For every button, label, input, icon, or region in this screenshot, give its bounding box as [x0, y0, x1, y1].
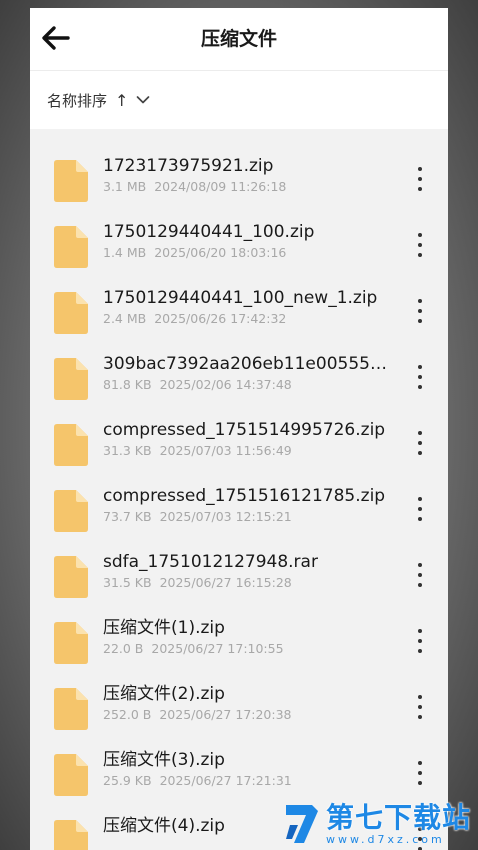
- file-meta: 1750129440441_100.zip 1.4 MB 2025/06/20 18…: [103, 221, 393, 261]
- file-icon: [54, 358, 88, 400]
- file-details: 3.1 MB 2024/08/09 11:26:18: [103, 179, 393, 195]
- list-item[interactable]: compressed_1751514995726.zip 31.3 KB 2025/…: [30, 409, 448, 475]
- file-meta: sdfa_1751012127948.rar 31.5 KB 2025/06/27 …: [103, 551, 393, 591]
- file-name: 压缩文件(3).zip: [103, 750, 225, 770]
- list-item[interactable]: 压缩文件(3).zip 25.9 KB 2025/06/27 17:21:31: [30, 739, 448, 805]
- more-vertical-icon[interactable]: [412, 167, 428, 191]
- sort-direction-icon[interactable]: ↑: [115, 91, 128, 110]
- file-name: 1750129440441_100.zip: [103, 222, 315, 242]
- more-vertical-icon[interactable]: [412, 497, 428, 521]
- file-date: 2025/07/03 11:56:49: [159, 443, 292, 458]
- list-item[interactable]: 1750129440441_100.zip 1.4 MB 2025/06/20 18…: [30, 211, 448, 277]
- more-vertical-icon[interactable]: [412, 629, 428, 653]
- more-vertical-icon[interactable]: [412, 695, 428, 719]
- file-name: 压缩文件(1).zip: [103, 618, 225, 638]
- file-name: 压缩文件(2).zip: [103, 684, 225, 704]
- file-date: 2024/08/09 11:26:18: [154, 179, 287, 194]
- more-vertical-icon[interactable]: [412, 563, 428, 587]
- file-details: 31.5 KB 2025/06/27 16:15:28: [103, 575, 393, 591]
- more-vertical-icon[interactable]: [412, 431, 428, 455]
- file-meta: 1750129440441_100_new_1.zip 2.4 MB 2025/06…: [103, 287, 393, 327]
- file-date: 2025/06/26 17:42:32: [154, 311, 287, 326]
- file-date: 2025/06/20 18:03:16: [154, 245, 287, 260]
- file-details: 81.8 KB 2025/02/06 14:37:48: [103, 377, 393, 393]
- file-list: 1723173975921.zip 3.1 MB 2024/08/09 11:26:…: [30, 145, 448, 850]
- file-date: 2025/06/27 17:20:38: [159, 707, 292, 722]
- site-logo-icon: [286, 804, 318, 843]
- file-icon: [54, 160, 88, 202]
- file-details: 2.4 MB 2025/06/26 17:42:32: [103, 311, 393, 327]
- file-icon: [54, 820, 88, 850]
- file-name: compressed_1751516121785.zip: [103, 486, 386, 506]
- watermark-main: 第七下载站: [326, 800, 472, 834]
- file-details: 1.4 MB 2025/06/20 18:03:16: [103, 245, 393, 261]
- more-vertical-icon[interactable]: [412, 299, 428, 323]
- file-date: 2025/06/27 16:15:28: [159, 575, 292, 590]
- file-size: 81.8 KB: [103, 377, 152, 392]
- file-size: 1.4 MB: [103, 245, 147, 260]
- site-watermark: 第七下载站 www.d7xz.com: [282, 797, 478, 850]
- file-meta: 压缩文件(3).zip 25.9 KB 2025/06/27 17:21:31: [103, 749, 393, 789]
- list-item[interactable]: 1750129440441_100_new_1.zip 2.4 MB 2025/06…: [30, 277, 448, 343]
- file-meta: 压缩文件(2).zip 252.0 B 2025/06/27 17:20:38: [103, 683, 393, 723]
- more-vertical-icon[interactable]: [412, 233, 428, 257]
- file-size: 73.7 KB: [103, 509, 152, 524]
- file-date: 2025/06/27 17:10:55: [151, 641, 284, 656]
- file-icon: [54, 292, 88, 334]
- file-size: 3.1 MB: [103, 179, 147, 194]
- file-date: 2025/06/27 17:21:31: [159, 773, 292, 788]
- list-item[interactable]: 压缩文件(1).zip 22.0 B 2025/06/27 17:10:55: [30, 607, 448, 673]
- file-icon: [54, 226, 88, 268]
- file-size: 2.4 MB: [103, 311, 147, 326]
- file-size: 31.3 KB: [103, 443, 152, 458]
- file-details: 252.0 B 2025/06/27 17:20:38: [103, 707, 393, 723]
- file-icon: [54, 490, 88, 532]
- phone-screen: 压缩文件 名称排序 ↑ 1723173975921.zip 3.1 MB 2024/…: [30, 8, 448, 850]
- file-details: 25.9 KB 2025/06/27 17:21:31: [103, 773, 393, 789]
- file-name: compressed_1751514995726.zip: [103, 420, 386, 440]
- file-name: 1750129440441_100_new_1.zip: [103, 288, 378, 308]
- file-name: sdfa_1751012127948.rar: [103, 552, 318, 572]
- sort-bar[interactable]: 名称排序 ↑: [30, 71, 448, 129]
- file-size: 31.5 KB: [103, 575, 152, 590]
- list-item[interactable]: 309bac7392aa206eb11e00555d... 81.8 KB 2025…: [30, 343, 448, 409]
- file-details: 22.0 B 2025/06/27 17:10:55: [103, 641, 393, 657]
- file-icon: [54, 424, 88, 466]
- more-vertical-icon[interactable]: [412, 365, 428, 389]
- top-app-bar: 压缩文件: [30, 8, 448, 71]
- file-date: 2025/07/03 12:15:21: [159, 509, 292, 524]
- file-meta: 1723173975921.zip 3.1 MB 2024/08/09 11:26:…: [103, 155, 393, 195]
- file-size: 22.0 B: [103, 641, 144, 656]
- file-icon: [54, 754, 88, 796]
- file-icon: [54, 622, 88, 664]
- sort-label: 名称排序: [47, 91, 108, 110]
- list-item[interactable]: sdfa_1751012127948.rar 31.5 KB 2025/06/27 …: [30, 541, 448, 607]
- file-details: 31.3 KB 2025/07/03 11:56:49: [103, 443, 393, 459]
- chevron-down-icon[interactable]: [136, 95, 150, 105]
- file-icon: [54, 556, 88, 598]
- file-name: 1723173975921.zip: [103, 156, 274, 176]
- file-name: 309bac7392aa206eb11e00555d...: [103, 354, 393, 374]
- file-meta: 309bac7392aa206eb11e00555d... 81.8 KB 2025…: [103, 353, 393, 393]
- file-date: 2025/02/06 14:37:48: [159, 377, 292, 392]
- watermark-text: 第七下载站 www.d7xz.com: [326, 800, 472, 846]
- list-item[interactable]: 1723173975921.zip 3.1 MB 2024/08/09 11:26:…: [30, 145, 448, 211]
- file-size: 25.9 KB: [103, 773, 152, 788]
- file-meta: 压缩文件(1).zip 22.0 B 2025/06/27 17:10:55: [103, 617, 393, 657]
- file-details: 73.7 KB 2025/07/03 12:15:21: [103, 509, 393, 525]
- more-vertical-icon[interactable]: [412, 761, 428, 785]
- watermark-sub: www.d7xz.com: [326, 832, 445, 846]
- file-size: 252.0 B: [103, 707, 152, 722]
- file-meta: compressed_1751516121785.zip 73.7 KB 2025/…: [103, 485, 393, 525]
- file-meta: compressed_1751514995726.zip 31.3 KB 2025/…: [103, 419, 393, 459]
- file-icon: [54, 688, 88, 730]
- list-item[interactable]: 压缩文件(2).zip 252.0 B 2025/06/27 17:20:38: [30, 673, 448, 739]
- list-item[interactable]: compressed_1751516121785.zip 73.7 KB 2025/…: [30, 475, 448, 541]
- page-title: 压缩文件: [200, 28, 277, 50]
- list-spacer: [30, 129, 448, 145]
